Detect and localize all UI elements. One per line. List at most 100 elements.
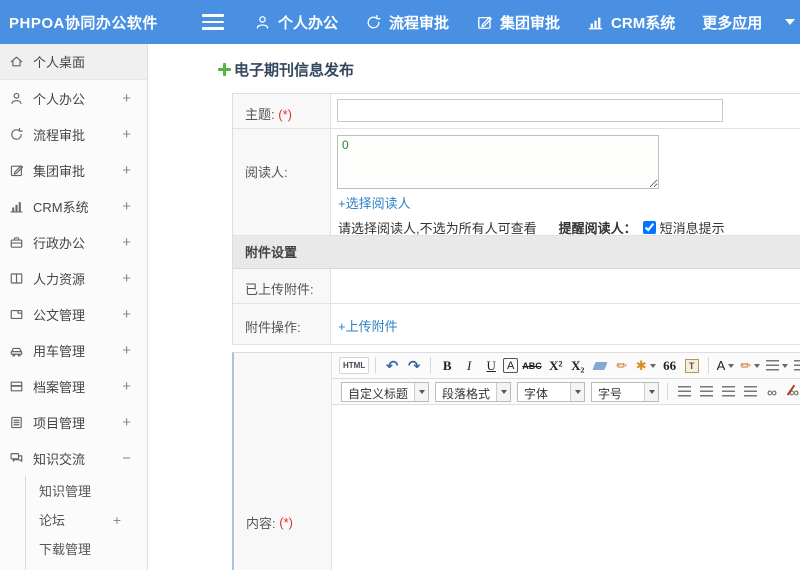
align-right-button[interactable] xyxy=(718,382,738,402)
sidebar-item-行政办公[interactable]: 行政办公 + xyxy=(0,224,147,260)
expander-icon[interactable]: + xyxy=(122,306,137,323)
font-family-select[interactable]: 字体 xyxy=(517,381,586,402)
ordered-list-button[interactable] xyxy=(764,356,790,376)
font-style-button[interactable]: A xyxy=(503,358,519,373)
sidebar-subitem-论坛[interactable]: 论坛 + xyxy=(26,505,147,534)
subject-input[interactable] xyxy=(337,99,723,122)
superscript-button[interactable]: X² xyxy=(546,356,566,376)
expander-icon[interactable]: + xyxy=(122,342,137,359)
sidebar-subitem-label: 论坛 xyxy=(39,513,66,528)
sidebar-item-流程审批[interactable]: 流程审批 + xyxy=(0,116,147,152)
expander-icon[interactable]: + xyxy=(122,414,137,431)
bold-button[interactable]: B xyxy=(437,356,457,376)
expander-icon[interactable]: + xyxy=(122,234,137,251)
expander-icon[interactable]: + xyxy=(122,270,137,287)
content-label: 内容: (*) xyxy=(234,353,332,570)
nav-item-label: 流程审批 xyxy=(389,14,450,32)
sidebar-subitem-公共文件柜[interactable]: 公共文件柜 xyxy=(26,563,147,570)
bar-chart-icon xyxy=(587,14,604,31)
caret-down-icon[interactable] xyxy=(782,363,789,368)
eraser-button[interactable] xyxy=(590,356,610,376)
sidebar-subitem-下载管理[interactable]: 下载管理 xyxy=(26,534,147,563)
readers-textarea[interactable]: 0 xyxy=(337,135,659,189)
sidebar-item-人力资源[interactable]: 人力资源 + xyxy=(0,260,147,296)
sidebar-item-label: 用车管理 xyxy=(33,343,86,359)
caret-down-icon[interactable] xyxy=(754,363,761,368)
sidebar-item-label: CRM系统 xyxy=(33,199,89,215)
process-icon xyxy=(9,127,24,142)
heading-select[interactable]: 自定义标题 xyxy=(341,381,430,402)
sms-remind-checkbox[interactable] xyxy=(642,221,656,234)
sidebar-item-项目管理[interactable]: 项目管理 + xyxy=(0,404,147,440)
caret-down-icon[interactable] xyxy=(644,382,659,401)
nav-item-CRM系统[interactable]: CRM系统 xyxy=(587,12,675,33)
auto-typeset-button[interactable]: ✱ xyxy=(634,356,658,376)
nav-item-个人办公[interactable]: 个人办公 xyxy=(254,12,338,33)
sidebar-item-个人桌面[interactable]: 个人桌面 xyxy=(0,44,147,80)
format-painter-button[interactable]: ✏ xyxy=(612,356,632,376)
expander-icon[interactable]: + xyxy=(122,378,137,395)
sidebar-subitem-知识管理[interactable]: 知识管理 xyxy=(26,476,147,505)
caret-down-icon[interactable] xyxy=(496,382,511,401)
blockquote-button[interactable]: 66 xyxy=(660,356,680,376)
align-center-button[interactable] xyxy=(696,382,716,402)
caret-down-icon[interactable] xyxy=(785,19,796,25)
sidebar-item-个人办公[interactable]: 个人办公 + xyxy=(0,80,147,116)
sidebar-item-CRM系统[interactable]: CRM系统 + xyxy=(0,188,147,224)
remind-readers-label: 提醒阅读人： xyxy=(558,221,637,236)
chat-icon xyxy=(9,451,24,466)
expander-icon[interactable]: + xyxy=(113,512,147,528)
paragraph-format-select[interactable]: 段落格式 xyxy=(435,381,512,402)
caret-down-icon[interactable] xyxy=(728,363,735,368)
caret-down-icon[interactable] xyxy=(570,382,585,401)
nav-item-更多应用[interactable]: 更多应用 xyxy=(702,12,796,33)
nav-item-label: CRM系统 xyxy=(611,14,676,32)
expander-icon[interactable]: + xyxy=(122,90,137,107)
sidebar-item-用车管理[interactable]: 用车管理 + xyxy=(0,332,147,368)
italic-button[interactable]: I xyxy=(459,356,479,376)
readers-label: 阅读人: xyxy=(233,129,331,235)
align-justify-button[interactable] xyxy=(740,382,760,402)
select-value: 字号 xyxy=(598,386,623,401)
align-left-button[interactable] xyxy=(674,382,694,402)
caret-down-icon[interactable] xyxy=(649,363,656,368)
sidebar-item-label: 人力资源 xyxy=(33,271,86,287)
sidebar-item-集团审批[interactable]: 集团审批 + xyxy=(0,152,147,188)
subscript-button[interactable]: X₂ xyxy=(568,356,588,376)
editor-toolbar-row2: 自定义标题 段落格式 字体 字号 ∞ ∞ xyxy=(332,379,800,405)
expander-icon[interactable]: − xyxy=(122,450,137,467)
select-readers-link[interactable]: +选择阅读人 xyxy=(338,193,411,212)
upload-attachment-link[interactable]: +上传附件 xyxy=(338,316,398,335)
undo-button[interactable]: ↶ xyxy=(382,356,402,376)
edit-square-icon xyxy=(476,14,493,31)
select-value: 段落格式 xyxy=(442,386,491,401)
html-source-button[interactable]: HTML xyxy=(339,357,370,374)
sidebar-item-label: 知识交流 xyxy=(33,451,86,467)
sidebar-item-档案管理[interactable]: 档案管理 + xyxy=(0,368,147,404)
strikethrough-button[interactable]: ABC xyxy=(520,356,544,376)
nav-item-label: 个人办公 xyxy=(278,14,339,32)
link-button[interactable]: ∞ xyxy=(762,382,782,402)
redo-button[interactable]: ↷ xyxy=(404,356,424,376)
expander-icon[interactable]: + xyxy=(122,162,137,179)
unordered-list-button[interactable] xyxy=(792,356,800,376)
car-icon xyxy=(9,343,24,358)
sidebar-item-公文管理[interactable]: 公文管理 + xyxy=(0,296,147,332)
select-value: 自定义标题 xyxy=(348,386,409,401)
expander-icon[interactable]: + xyxy=(122,198,137,215)
nav-item-集团审批[interactable]: 集团审批 xyxy=(476,12,560,33)
bar-chart-icon xyxy=(9,199,24,214)
font-size-select[interactable]: 字号 xyxy=(591,381,660,402)
page-title: 电子期刊信息发布 xyxy=(234,62,355,79)
editor-content-area[interactable] xyxy=(332,405,800,570)
paste-as-text-button[interactable]: T xyxy=(682,356,702,376)
nav-item-流程审批[interactable]: 流程审批 xyxy=(365,12,449,33)
highlight-color-button[interactable]: ✏ xyxy=(738,356,762,376)
expander-icon[interactable]: + xyxy=(122,126,137,143)
caret-down-icon[interactable] xyxy=(414,382,429,401)
unlink-button[interactable]: ∞ xyxy=(784,382,800,402)
underline-button[interactable]: U xyxy=(481,356,501,376)
hamburger-menu-icon[interactable] xyxy=(202,14,224,30)
sidebar-item-知识交流[interactable]: 知识交流 − xyxy=(0,440,147,476)
font-color-button[interactable]: A xyxy=(715,356,737,376)
